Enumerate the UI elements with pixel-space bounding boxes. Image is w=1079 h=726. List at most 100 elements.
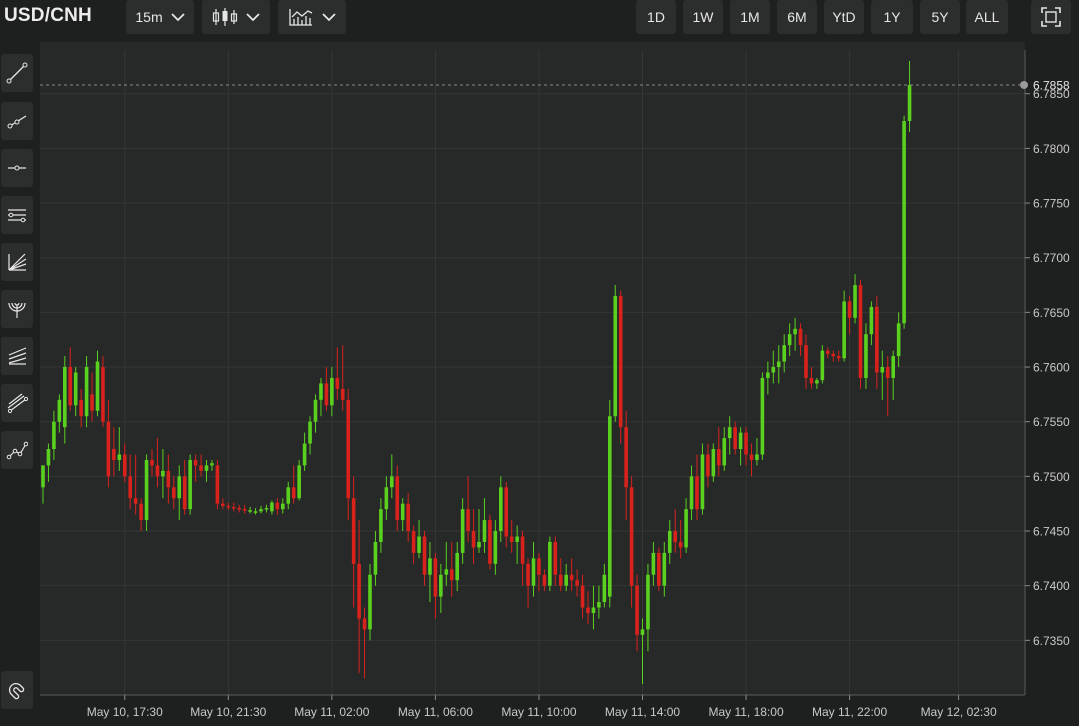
candle-body <box>673 531 677 542</box>
y-tick-label: 6.7500 <box>1033 470 1070 484</box>
candle-body <box>602 574 607 603</box>
candle-body <box>112 449 116 460</box>
candle-body <box>101 367 105 422</box>
candle-body <box>482 520 487 542</box>
candle-body <box>308 421 312 444</box>
candle-body <box>640 629 645 635</box>
candle-body <box>635 585 639 635</box>
candle-body <box>52 421 56 450</box>
candle-body <box>515 536 519 542</box>
candle-body <box>766 372 770 378</box>
regression-channel-icon <box>7 393 28 414</box>
interval-select[interactable]: 15m <box>126 0 194 34</box>
candle-body <box>368 574 372 630</box>
candle-body <box>695 476 699 510</box>
candle-body <box>351 498 356 564</box>
indicators-select[interactable] <box>278 0 346 34</box>
trend-line-tool[interactable] <box>1 54 33 92</box>
candle-body <box>449 569 454 581</box>
candle-body <box>204 465 209 471</box>
y-tick-label: 6.7750 <box>1033 197 1070 211</box>
candle-body <box>700 454 705 510</box>
candle-body <box>776 361 781 368</box>
candle-body <box>684 509 688 548</box>
candle-body <box>558 574 563 586</box>
fullscreen-button[interactable] <box>1031 0 1071 34</box>
candle-body <box>106 421 111 477</box>
candle-body <box>122 454 127 477</box>
pitchfork-tool[interactable] <box>1 337 33 375</box>
indicators-icon <box>289 9 313 26</box>
range-all-button[interactable]: ALL <box>966 0 1008 34</box>
candle-down <box>215 459 220 510</box>
candle-body <box>379 509 383 542</box>
range-5y-button[interactable]: 5Y <box>920 0 960 34</box>
parallel-channel-tool[interactable] <box>1 196 33 234</box>
range-6m-button[interactable]: 6M <box>777 0 817 34</box>
candle-body <box>471 531 476 548</box>
candle-body <box>373 541 378 575</box>
chevron-down-icon <box>322 12 336 21</box>
candle-body <box>439 574 443 597</box>
candle-body <box>760 377 765 455</box>
candle-body <box>95 361 100 411</box>
candle-body <box>651 552 656 575</box>
candle-body <box>221 503 225 506</box>
candle-body <box>564 574 568 586</box>
candle-body <box>875 306 879 373</box>
range-1y-button[interactable]: 1Y <box>871 0 913 34</box>
candle-body <box>422 536 427 575</box>
horizontal-line-icon <box>8 165 26 171</box>
candle-body <box>493 531 498 564</box>
candle-body <box>836 356 841 359</box>
chart-type-select[interactable] <box>202 0 270 34</box>
candle-body <box>281 503 285 510</box>
candle-body <box>215 465 220 504</box>
candle-body <box>569 574 574 581</box>
candle-body <box>270 502 274 512</box>
candle-body <box>575 580 579 586</box>
range-1m-button[interactable]: 1M <box>730 0 770 34</box>
regression-channel-tool[interactable] <box>1 384 33 422</box>
polyline-icon <box>6 441 28 460</box>
candle-up <box>760 372 765 460</box>
candle-body <box>798 328 803 346</box>
fibonacci-arc-tool[interactable] <box>1 290 33 328</box>
candle-body <box>166 470 171 488</box>
range-1w-button[interactable]: 1W <box>683 0 723 34</box>
candle-body <box>499 487 503 532</box>
candle-body <box>717 449 721 466</box>
candle-body <box>433 558 438 597</box>
candle-body <box>297 465 301 499</box>
fibonacci-fan-tool[interactable] <box>1 243 33 281</box>
candle-body <box>831 353 836 357</box>
candle-body <box>68 367 73 406</box>
symbol-title[interactable]: USD/CNH <box>4 5 92 27</box>
candle-body <box>771 367 776 373</box>
horizontal-line-tool[interactable] <box>1 149 33 187</box>
candle-body <box>362 618 367 630</box>
candle-body <box>804 345 808 378</box>
range-ytd-button[interactable]: YtD <box>824 0 864 34</box>
magnet-tool[interactable] <box>1 671 33 709</box>
y-tick-label: 6.7700 <box>1033 251 1070 265</box>
candle-body <box>509 536 514 542</box>
candle-up <box>297 459 301 501</box>
candle-body <box>286 487 291 504</box>
candle-body <box>793 328 797 335</box>
polyline-tool[interactable] <box>1 431 33 469</box>
candle-body <box>411 531 416 553</box>
candle-body <box>335 377 340 389</box>
ray-tool[interactable] <box>1 102 33 140</box>
candle-body <box>646 574 650 630</box>
chart-area[interactable]: 6.7350 6.7400 6.7450 6.7500 6.7550 6.7600 6.76… <box>40 42 1079 721</box>
y-tick-label: 6.7350 <box>1033 634 1070 648</box>
candlestick-chart[interactable]: 6.7350 6.7400 6.7450 6.7500 6.7550 6.7600 6.76… <box>40 42 1079 721</box>
x-tick-label: May 11, 14:00 <box>605 705 680 719</box>
candle-body <box>324 383 329 406</box>
range-1d-button[interactable]: 1D <box>636 0 676 34</box>
candle-body <box>782 345 786 362</box>
candle-body <box>618 295 623 428</box>
candle-body <box>455 552 459 581</box>
x-tick-label: May 12, 02:30 <box>921 705 997 719</box>
